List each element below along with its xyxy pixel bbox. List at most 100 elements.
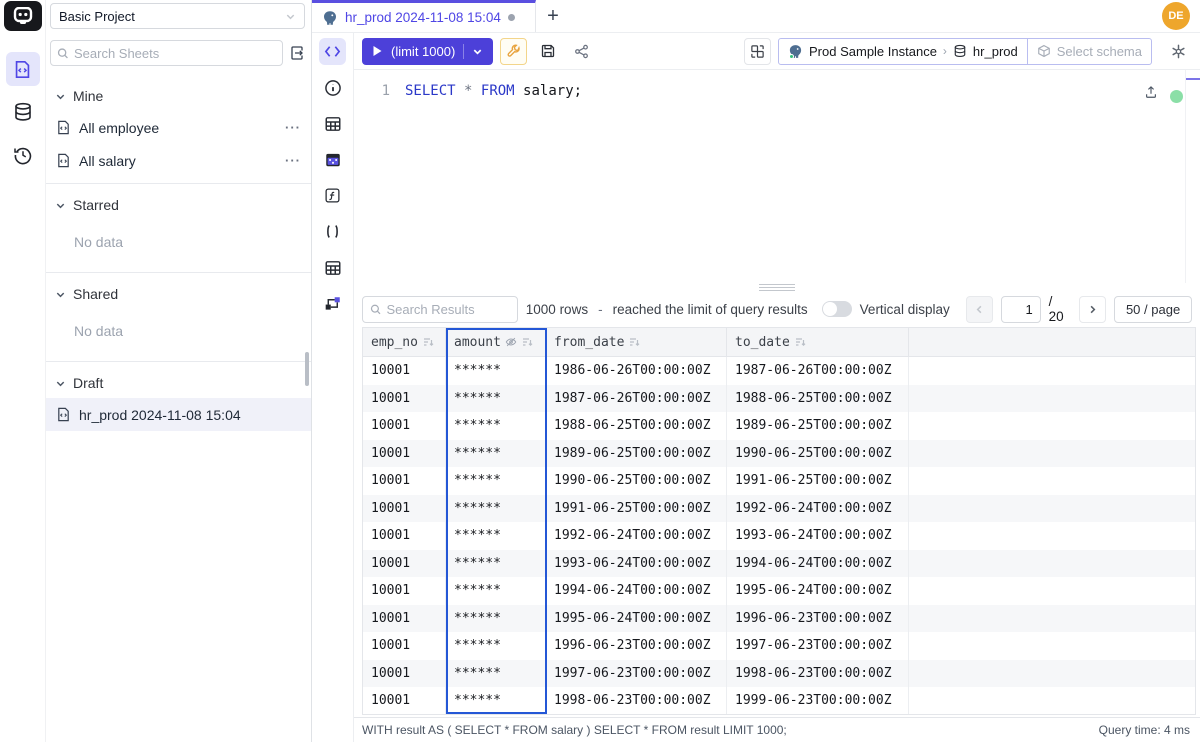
table-cell[interactable]: ****** — [446, 660, 546, 688]
table-cell[interactable]: 10001 — [363, 522, 446, 550]
table-cell[interactable]: ****** — [446, 605, 546, 633]
run-query-button[interactable]: (limit 1000) — [362, 38, 493, 65]
table-cell[interactable]: 1993-06-24T00:00:00Z — [727, 522, 909, 550]
rail-databases-button[interactable] — [6, 95, 40, 129]
results-search-input[interactable] — [386, 302, 509, 317]
table-cell[interactable]: 10001 — [363, 632, 446, 660]
user-avatar[interactable]: DE — [1162, 2, 1190, 30]
table-cell[interactable]: ****** — [446, 440, 546, 468]
next-page-button[interactable] — [1079, 296, 1106, 323]
prev-page-button[interactable] — [966, 296, 993, 323]
table-cell[interactable]: 10001 — [363, 550, 446, 578]
table-cell[interactable]: 1991-06-25T00:00:00Z — [546, 495, 727, 523]
column-header-to-date[interactable]: to_date — [727, 328, 909, 356]
table-cell[interactable]: ****** — [446, 495, 546, 523]
sort-icon[interactable] — [794, 336, 806, 348]
table-cell[interactable]: 1995-06-24T00:00:00Z — [546, 605, 727, 633]
table-cell[interactable]: 1998-06-23T00:00:00Z — [727, 660, 909, 688]
splitter-grip-icon[interactable] — [759, 284, 795, 291]
table-cell[interactable]: 1998-06-23T00:00:00Z — [546, 687, 727, 715]
table-cell[interactable]: 1996-06-23T00:00:00Z — [546, 632, 727, 660]
section-draft-header[interactable]: Draft — [46, 368, 311, 398]
sheet-item-more-icon[interactable]: ··· — [285, 120, 301, 135]
sql-editor[interactable]: 1 SELECT * FROM salary; — [354, 70, 1200, 283]
table-cell[interactable]: 10001 — [363, 605, 446, 633]
strip-function-button[interactable] — [319, 182, 346, 209]
strip-table2-button[interactable] — [319, 254, 346, 281]
strip-info-button[interactable] — [319, 74, 346, 101]
sort-icon[interactable] — [422, 336, 434, 348]
table-cell[interactable]: 10001 — [363, 357, 446, 385]
table-cell[interactable]: 1996-06-23T00:00:00Z — [727, 605, 909, 633]
table-cell[interactable]: 1990-06-25T00:00:00Z — [546, 467, 727, 495]
table-cell[interactable]: ****** — [446, 632, 546, 660]
section-mine-header[interactable]: Mine — [46, 81, 311, 111]
sort-icon[interactable] — [628, 336, 640, 348]
batch-query-button[interactable] — [744, 38, 771, 65]
section-shared-header[interactable]: Shared — [46, 279, 311, 309]
table-cell[interactable]: 10001 — [363, 467, 446, 495]
table-cell[interactable]: ****** — [446, 467, 546, 495]
ai-assistant-button[interactable] — [1165, 38, 1192, 65]
table-cell[interactable]: 10001 — [363, 495, 446, 523]
table-cell[interactable]: 1994-06-24T00:00:00Z — [727, 550, 909, 578]
strip-table-button[interactable] — [319, 110, 346, 137]
project-selector[interactable]: Basic Project — [50, 3, 305, 29]
table-cell[interactable]: 1995-06-24T00:00:00Z — [727, 577, 909, 605]
table-cell[interactable]: 1994-06-24T00:00:00Z — [546, 577, 727, 605]
table-cell[interactable]: 1991-06-25T00:00:00Z — [727, 467, 909, 495]
table-cell[interactable]: 1997-06-23T00:00:00Z — [727, 632, 909, 660]
table-cell[interactable]: 1988-06-25T00:00:00Z — [727, 385, 909, 413]
table-cell[interactable]: 10001 — [363, 660, 446, 688]
instance-database-selector[interactable]: Prod Sample Instance › hr_prod — [778, 38, 1028, 65]
table-cell[interactable]: 1988-06-25T00:00:00Z — [546, 412, 727, 440]
import-sheet-button[interactable] — [289, 45, 305, 61]
sheet-search-input[interactable] — [74, 46, 276, 61]
strip-sql-editor-button[interactable] — [319, 38, 346, 65]
table-cell[interactable]: 1997-06-23T00:00:00Z — [546, 660, 727, 688]
table-cell[interactable]: ****** — [446, 550, 546, 578]
table-cell[interactable]: 1992-06-24T00:00:00Z — [546, 522, 727, 550]
section-starred-header[interactable]: Starred — [46, 190, 311, 220]
chevron-down-icon[interactable] — [472, 46, 483, 57]
column-header-from-date[interactable]: from_date — [546, 328, 727, 356]
strip-schema-diagram-button[interactable] — [319, 290, 346, 317]
table-cell[interactable]: 10001 — [363, 687, 446, 715]
table-cell[interactable]: 1986-06-26T00:00:00Z — [546, 357, 727, 385]
format-sql-button[interactable] — [500, 38, 527, 65]
column-header-amount[interactable]: amount — [446, 328, 546, 356]
rail-history-button[interactable] — [6, 138, 40, 172]
table-cell[interactable]: ****** — [446, 357, 546, 385]
table-cell[interactable]: ****** — [446, 412, 546, 440]
upload-sheet-button[interactable] — [1144, 85, 1158, 99]
table-cell[interactable]: ****** — [446, 385, 546, 413]
column-header-emp-no[interactable]: emp_no — [363, 328, 446, 356]
panel-splitter[interactable] — [354, 283, 1200, 291]
strip-parentheses-button[interactable] — [319, 218, 346, 245]
table-cell[interactable]: 1992-06-24T00:00:00Z — [727, 495, 909, 523]
schema-selector[interactable]: Select schema — [1027, 38, 1152, 65]
sidebar-scrollbar[interactable] — [305, 352, 309, 386]
table-cell[interactable]: 1989-06-25T00:00:00Z — [546, 440, 727, 468]
table-cell[interactable]: 1987-06-26T00:00:00Z — [727, 357, 909, 385]
table-cell[interactable]: ****** — [446, 522, 546, 550]
table-cell[interactable]: 1999-06-23T00:00:00Z — [727, 687, 909, 715]
strip-masked-table-button[interactable] — [319, 146, 346, 173]
tab-hr-prod[interactable]: hr_prod 2024-11-08 15:04 — [312, 0, 536, 32]
table-cell[interactable]: 10001 — [363, 412, 446, 440]
table-cell[interactable]: 1990-06-25T00:00:00Z — [727, 440, 909, 468]
table-cell[interactable]: 10001 — [363, 385, 446, 413]
bytebase-logo[interactable] — [4, 1, 42, 31]
rail-worksheets-button[interactable] — [6, 52, 40, 86]
table-cell[interactable]: 1987-06-26T00:00:00Z — [546, 385, 727, 413]
sort-icon[interactable] — [521, 336, 533, 348]
sidebar-item-all-salary[interactable]: All salary ··· — [46, 144, 311, 177]
sidebar-item-all-employee[interactable]: All employee ··· — [46, 111, 311, 144]
table-cell[interactable]: ****** — [446, 687, 546, 715]
table-cell[interactable]: 1989-06-25T00:00:00Z — [727, 412, 909, 440]
save-sheet-button[interactable] — [534, 38, 561, 65]
share-button[interactable] — [568, 38, 595, 65]
table-cell[interactable]: 10001 — [363, 440, 446, 468]
sidebar-item-draft-hr-prod[interactable]: hr_prod 2024-11-08 15:04 — [46, 398, 311, 431]
new-tab-button[interactable]: + — [536, 0, 570, 32]
